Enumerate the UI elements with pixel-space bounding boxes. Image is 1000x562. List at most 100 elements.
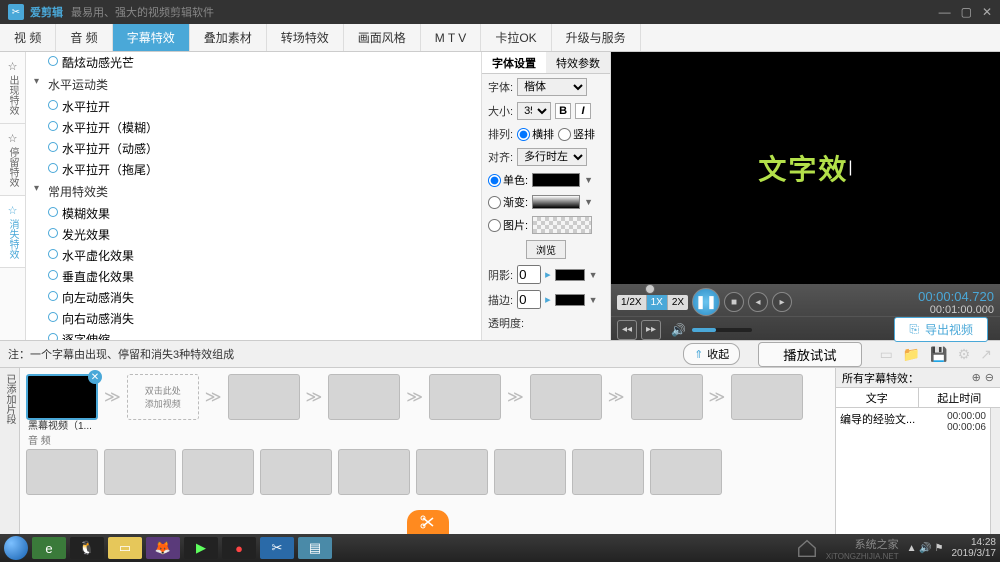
- empty-clip-slot[interactable]: [731, 374, 803, 420]
- effect-item[interactable]: 向左动感消失: [26, 287, 481, 308]
- close-icon[interactable]: ✕: [982, 5, 992, 19]
- effect-list[interactable]: 酷炫动感光芒水平运动类水平拉开水平拉开（模糊）水平拉开（动感）水平拉开（拖尾）常…: [26, 52, 481, 340]
- solid-color-swatch[interactable]: [532, 173, 580, 187]
- empty-audio-slot[interactable]: [572, 449, 644, 495]
- tab-0[interactable]: 视 频: [0, 24, 56, 51]
- empty-audio-slot[interactable]: [416, 449, 488, 495]
- start-button[interactable]: [4, 536, 28, 560]
- share-icon[interactable]: ↗: [980, 346, 992, 363]
- dropdown-icon[interactable]: ▼: [589, 295, 598, 305]
- tab-3[interactable]: 叠加素材: [190, 24, 267, 51]
- tab-1[interactable]: 音 频: [56, 24, 112, 51]
- scrollbar[interactable]: [990, 408, 1000, 534]
- empty-clip-slot[interactable]: [631, 374, 703, 420]
- taskbar-firefox-icon[interactable]: 🦊: [146, 537, 180, 559]
- tab-2[interactable]: 字幕特效: [113, 24, 190, 51]
- add-fx-icon[interactable]: ⊕: [972, 371, 981, 384]
- empty-audio-slot[interactable]: [260, 449, 332, 495]
- tray-icons[interactable]: ▲ 🔊 ⚑: [907, 543, 944, 554]
- cut-button[interactable]: [407, 510, 449, 534]
- radio-gradient[interactable]: [488, 196, 501, 209]
- minimize-icon[interactable]: —: [939, 5, 951, 19]
- side-tab-2[interactable]: ☆消失特效: [0, 196, 25, 268]
- remove-clip-icon[interactable]: ✕: [88, 370, 102, 384]
- volume-slider[interactable]: [692, 328, 752, 332]
- dropdown-icon[interactable]: ▼: [589, 270, 598, 280]
- volume-icon[interactable]: 🔊: [671, 323, 686, 337]
- align-select[interactable]: 多行时左对齐: [517, 148, 587, 166]
- next-frame-button[interactable]: ▸: [772, 292, 792, 312]
- empty-clip-slot[interactable]: [429, 374, 501, 420]
- effect-item[interactable]: 水平拉开: [26, 96, 481, 117]
- empty-clip-slot[interactable]: [228, 374, 300, 420]
- empty-audio-slot[interactable]: [338, 449, 410, 495]
- empty-audio-slot[interactable]: [104, 449, 176, 495]
- tab-6[interactable]: M T V: [421, 24, 482, 51]
- dropdown-icon[interactable]: ▼: [584, 197, 593, 207]
- collapse-button[interactable]: ⇑ 收起: [683, 343, 740, 365]
- gradient-swatch[interactable]: [532, 195, 580, 209]
- folder-icon[interactable]: 📁: [903, 346, 920, 363]
- taskbar-play-icon[interactable]: ▶: [184, 537, 218, 559]
- taskbar-explorer-icon[interactable]: ▭: [108, 537, 142, 559]
- shadow-color-swatch[interactable]: [555, 269, 585, 281]
- effect-item[interactable]: 向右动感消失: [26, 308, 481, 329]
- fx-row[interactable]: 编导的经验文... 00:00:00 00:00:06: [836, 408, 990, 436]
- try-play-button[interactable]: 播放试试: [758, 342, 861, 367]
- dropdown-icon[interactable]: ▼: [584, 175, 593, 185]
- tab-8[interactable]: 升级与服务: [552, 24, 641, 51]
- chevron-right-icon[interactable]: ▸: [545, 293, 551, 306]
- empty-audio-slot[interactable]: [182, 449, 254, 495]
- chevron-right-icon[interactable]: ▸: [545, 268, 551, 281]
- empty-clip-slot[interactable]: [530, 374, 602, 420]
- speed-half[interactable]: 1/2X: [617, 295, 647, 310]
- add-clip-slot[interactable]: 双击此处 添加视频: [127, 374, 199, 420]
- new-icon[interactable]: ▭: [880, 346, 893, 363]
- effect-group[interactable]: 水平运动类: [26, 73, 481, 96]
- arrange-vertical[interactable]: 竖排: [558, 126, 595, 142]
- tab-5[interactable]: 画面风格: [344, 24, 421, 51]
- taskbar-notes-icon[interactable]: ▤: [298, 537, 332, 559]
- empty-audio-slot[interactable]: [650, 449, 722, 495]
- color-gradient[interactable]: 渐变:: [488, 194, 528, 210]
- stroke-input[interactable]: [517, 290, 541, 309]
- tab-4[interactable]: 转场特效: [267, 24, 344, 51]
- preview-screen[interactable]: 文字效|: [611, 52, 1000, 284]
- effect-item[interactable]: 垂直虚化效果: [26, 266, 481, 287]
- taskbar-record-icon[interactable]: ●: [222, 537, 256, 559]
- side-tab-0[interactable]: ☆出现特效: [0, 52, 25, 124]
- bold-button[interactable]: B: [555, 103, 571, 119]
- effect-item[interactable]: 发光效果: [26, 224, 481, 245]
- play-pause-button[interactable]: ❚❚: [692, 288, 720, 316]
- italic-button[interactable]: I: [575, 103, 591, 119]
- rewind-button[interactable]: ◂◂: [617, 320, 637, 340]
- color-image[interactable]: 图片:: [488, 217, 528, 233]
- side-tab-1[interactable]: ☆停留特效: [0, 124, 25, 196]
- taskbar-qq-icon[interactable]: 🐧: [70, 537, 104, 559]
- radio-solid[interactable]: [488, 174, 501, 187]
- effect-item[interactable]: 模糊效果: [26, 203, 481, 224]
- effect-item[interactable]: 水平虚化效果: [26, 245, 481, 266]
- effect-item[interactable]: 水平拉开（动感）: [26, 138, 481, 159]
- forward-button[interactable]: ▸▸: [641, 320, 661, 340]
- radio-image[interactable]: [488, 219, 501, 232]
- tab-effect-params[interactable]: 特效参数: [546, 52, 610, 73]
- settings-icon[interactable]: ⚙: [958, 346, 971, 363]
- empty-clip-slot[interactable]: [328, 374, 400, 420]
- tab-7[interactable]: 卡拉OK: [481, 24, 551, 51]
- maximize-icon[interactable]: ▢: [961, 5, 972, 19]
- color-solid[interactable]: 单色:: [488, 172, 528, 188]
- arrange-horizontal[interactable]: 横排: [517, 126, 554, 142]
- remove-fx-icon[interactable]: ⊖: [985, 371, 994, 384]
- prev-frame-button[interactable]: ◂: [748, 292, 768, 312]
- shadow-input[interactable]: [517, 265, 541, 284]
- effect-group[interactable]: 常用特效类: [26, 180, 481, 203]
- taskbar-browser-icon[interactable]: e: [32, 537, 66, 559]
- browse-button[interactable]: 浏览: [526, 240, 566, 259]
- stroke-color-swatch[interactable]: [555, 294, 585, 306]
- radio-horizontal[interactable]: [517, 128, 530, 141]
- save-icon[interactable]: 💾: [930, 346, 947, 363]
- radio-vertical[interactable]: [558, 128, 571, 141]
- size-select[interactable]: 35: [517, 102, 551, 120]
- image-swatch[interactable]: [532, 216, 592, 234]
